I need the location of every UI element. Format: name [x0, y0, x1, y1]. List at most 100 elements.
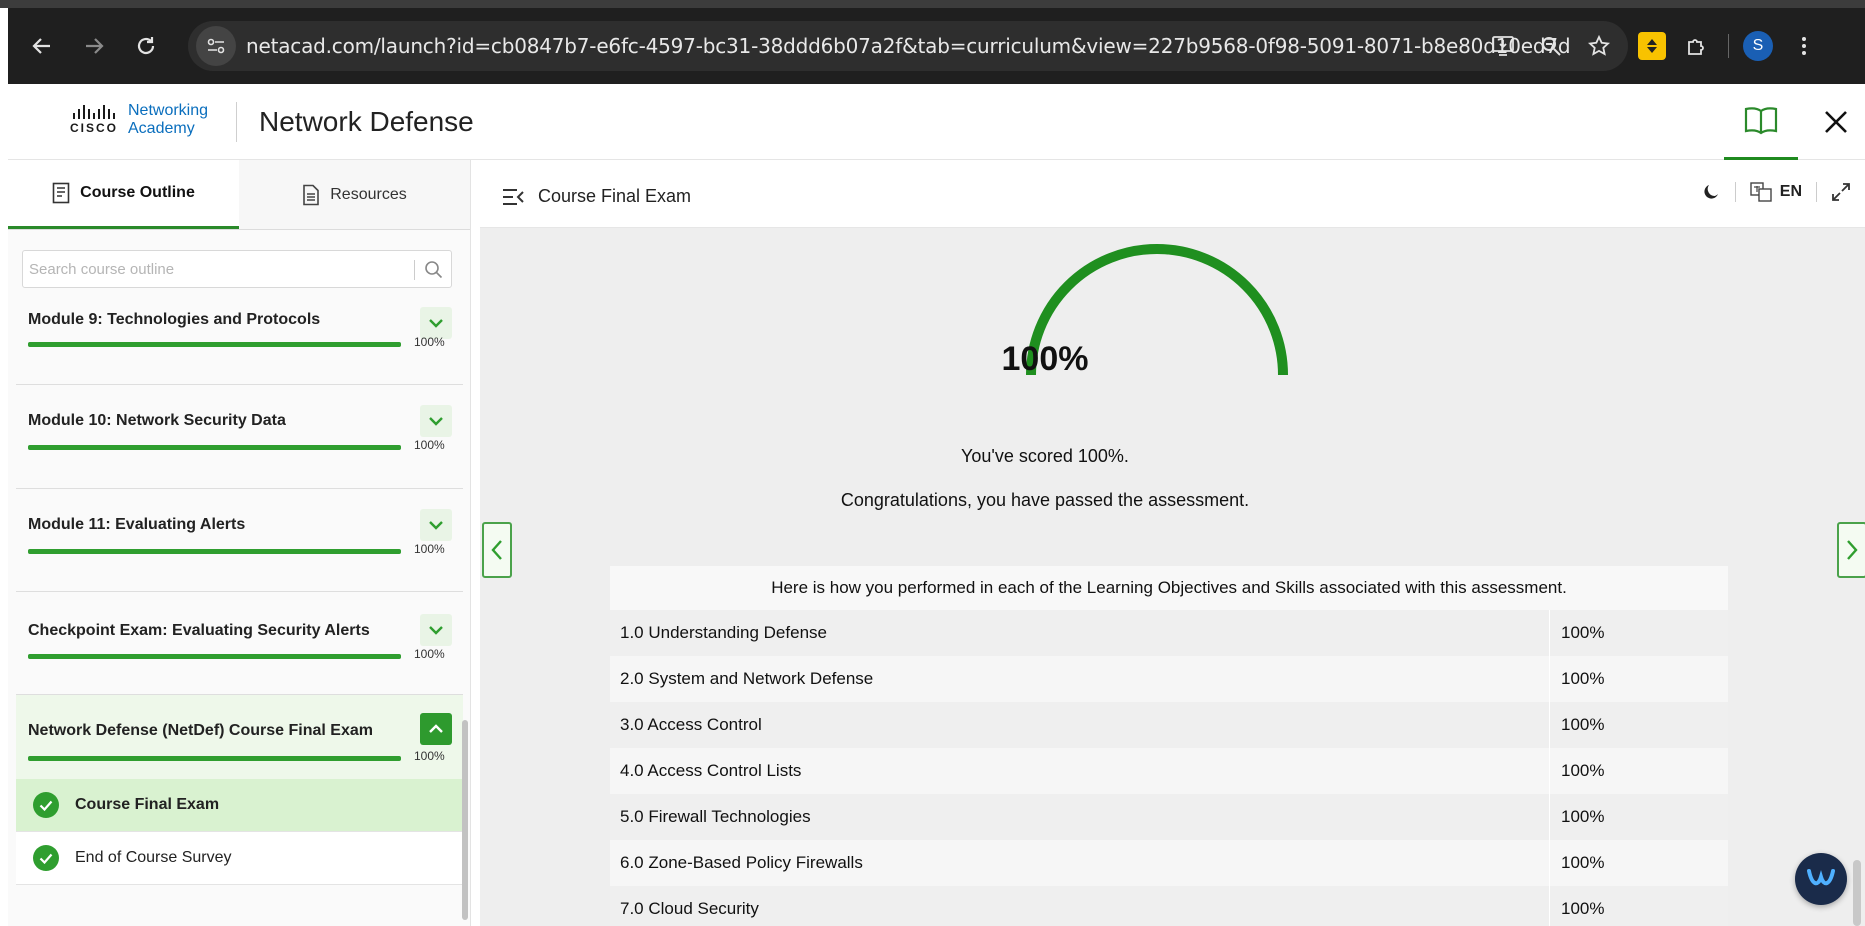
result-objective: 6.0 Zone-Based Policy Firewalls [610, 840, 1550, 886]
outline-icon [52, 182, 70, 204]
bookmark-star-icon[interactable] [1582, 29, 1616, 63]
result-score: 100% [1561, 669, 1605, 688]
extension-icon[interactable] [1638, 32, 1666, 60]
expand-button[interactable] [420, 405, 452, 437]
progress-bar [28, 445, 401, 450]
result-objective: 5.0 Firewall Technologies [610, 794, 1550, 840]
book-button[interactable] [1724, 84, 1798, 160]
chevron-down-icon [429, 626, 443, 635]
install-app-icon[interactable] [1486, 29, 1520, 63]
document-icon [303, 184, 320, 205]
module-item[interactable]: Module 9: Technologies and Protocols 100… [16, 305, 463, 385]
score-value: 100% [1001, 340, 1089, 378]
chevron-down-icon [429, 417, 443, 426]
progress-bar [28, 549, 401, 554]
close-button[interactable] [1808, 84, 1864, 160]
content-scrollbar[interactable] [1853, 860, 1861, 926]
address-bar[interactable]: netacad.com/launch?id=cb0847b7-e6fc-4597… [188, 21, 1628, 71]
sub-item-end-of-course-survey[interactable]: End of Course Survey [16, 832, 463, 885]
module-title: Network Defense (NetDef) Course Final Ex… [28, 722, 373, 739]
content-title: Course Final Exam [538, 186, 692, 206]
tab-course-outline[interactable]: Course Outline [8, 160, 239, 229]
content-area: 100% You've scored 100%. Congratulations… [480, 228, 1865, 926]
cisco-networking-academy-logo[interactable]: CISCO Networking Academy [64, 102, 208, 138]
content-header: Course Final Exam EN [480, 168, 1865, 228]
progress-label: 100% [414, 749, 445, 763]
book-icon [1744, 106, 1778, 134]
chat-assistant-button[interactable] [1795, 853, 1847, 905]
logo-text-line2: Academy [128, 120, 195, 137]
check-circle-icon [33, 792, 59, 818]
tab-resources[interactable]: Resources [239, 160, 470, 229]
translate-icon [1750, 182, 1772, 202]
result-score: 100% [1561, 899, 1605, 918]
module-item-final-exam[interactable]: Network Defense (NetDef) Course Final Ex… [16, 695, 463, 779]
forward-icon[interactable] [74, 26, 114, 66]
check-circle-icon [33, 845, 59, 871]
search-box [22, 250, 452, 288]
url-text: netacad.com/launch?id=cb0847b7-e6fc-4597… [246, 34, 1571, 58]
fullscreen-expand-icon[interactable] [1831, 182, 1851, 202]
expand-button[interactable] [420, 509, 452, 541]
module-title: Module 9: Technologies and Protocols [28, 311, 321, 328]
result-score: 100% [1561, 761, 1605, 780]
browser-menu-icon[interactable] [1787, 29, 1821, 63]
sidebar-tabs: Course Outline Resources [8, 160, 470, 230]
module-title: Module 11: Evaluating Alerts [28, 516, 246, 533]
language-selector[interactable]: EN [1750, 182, 1802, 202]
chevron-down-icon [429, 521, 443, 530]
next-page-button[interactable] [1837, 522, 1865, 578]
cisco-bars-icon [73, 105, 115, 119]
module-item[interactable]: Module 10: Network Security Data 100% [16, 385, 463, 489]
sub-item-course-final-exam[interactable]: Course Final Exam [16, 779, 463, 832]
extensions-puzzle-icon[interactable] [1680, 29, 1714, 63]
result-row: 2.0 System and Network Defense 100% [610, 656, 1728, 702]
result-score: 100% [1561, 853, 1605, 872]
progress-bar [28, 342, 401, 347]
sub-item-label: Course Final Exam [75, 796, 220, 813]
result-objective: 3.0 Access Control [610, 702, 1550, 748]
progress-bar [28, 756, 401, 761]
browser-tab-strip [0, 0, 1865, 8]
outline-list: Module 9: Technologies and Protocols 100… [16, 305, 463, 885]
result-objective: 7.0 Cloud Security [610, 886, 1550, 926]
tab-course-outline-label: Course Outline [80, 184, 195, 201]
result-row: 5.0 Firewall Technologies 100% [610, 794, 1728, 840]
result-score: 100% [1561, 807, 1605, 826]
chevron-up-icon [429, 724, 443, 733]
result-row: 4.0 Access Control Lists 100% [610, 748, 1728, 794]
result-objective: 4.0 Access Control Lists [610, 748, 1550, 794]
score-message: You've scored 100%. [961, 446, 1129, 466]
chat-assistant-icon [1807, 869, 1835, 886]
module-item[interactable]: Module 11: Evaluating Alerts 100% [16, 489, 463, 592]
pass-message: Congratulations, you have passed the ass… [840, 490, 1250, 510]
progress-label: 100% [414, 542, 445, 556]
close-icon [1825, 111, 1847, 133]
module-title: Module 10: Network Security Data [28, 412, 286, 429]
result-score: 100% [1561, 715, 1605, 734]
site-info-icon[interactable] [196, 26, 236, 66]
module-title: Checkpoint Exam: Evaluating Security Ale… [28, 622, 370, 639]
result-row: 3.0 Access Control 100% [610, 702, 1728, 748]
sub-item-label: End of Course Survey [75, 849, 232, 866]
reload-icon[interactable] [126, 26, 166, 66]
profile-avatar[interactable]: S [1743, 31, 1773, 61]
result-row: 1.0 Understanding Defense 100% [610, 610, 1728, 656]
search-input[interactable] [23, 251, 403, 287]
course-outline-panel: Course Outline Resources Module 9: Techn… [8, 160, 471, 926]
logo-text-line1: Networking [128, 102, 209, 119]
progress-label: 100% [414, 335, 445, 349]
module-item[interactable]: Checkpoint Exam: Evaluating Security Ale… [16, 592, 463, 695]
back-icon[interactable] [22, 26, 62, 66]
results-header: Here is how you performed in each of the… [610, 566, 1728, 610]
expand-button[interactable] [420, 614, 452, 646]
collapse-button[interactable] [420, 713, 452, 745]
result-row: 7.0 Cloud Security 100% [610, 886, 1728, 926]
zoom-icon[interactable] [1534, 29, 1568, 63]
sidebar-scrollbar[interactable] [462, 720, 468, 920]
dark-mode-moon-icon[interactable] [1701, 182, 1721, 202]
collapse-menu-icon[interactable] [502, 188, 524, 206]
search-icon[interactable] [423, 259, 445, 281]
header-divider [236, 102, 237, 142]
progress-label: 100% [414, 647, 445, 661]
